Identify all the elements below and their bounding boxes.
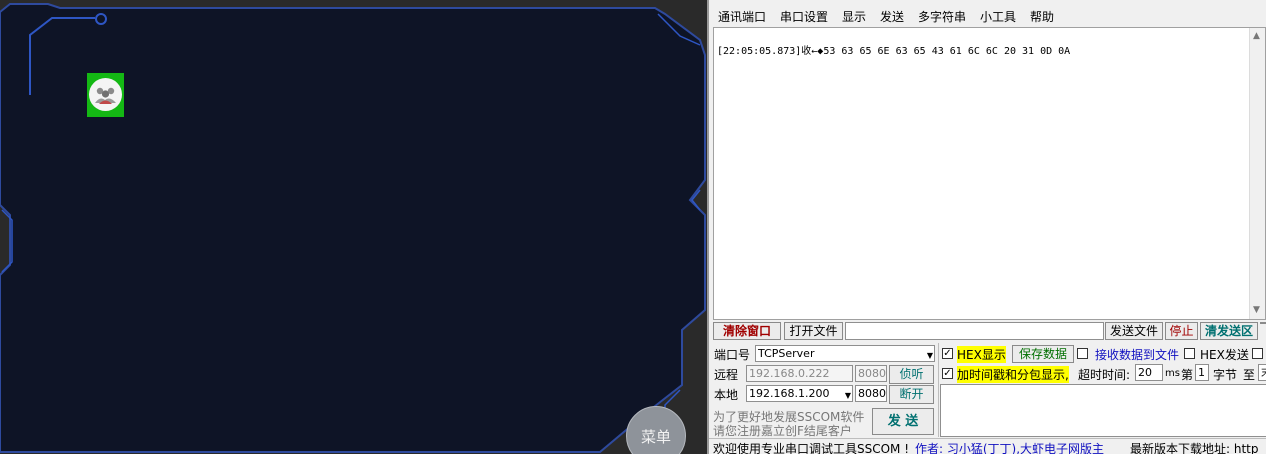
- toolbar-overflow-button[interactable]: [1260, 322, 1266, 324]
- port-label: 端口号: [714, 348, 751, 362]
- port-select[interactable]: TCPServer ▼: [755, 345, 935, 362]
- timeout-input[interactable]: 20: [1135, 364, 1163, 381]
- user-avatar[interactable]: [87, 73, 124, 117]
- file-path-input[interactable]: [845, 322, 1104, 340]
- menu-bar: 通讯端口 串口设置 显示 发送 多字符串 小工具 帮助: [709, 4, 1266, 26]
- tech-frame-decoration: [0, 3, 706, 453]
- port-select-value: TCPServer: [758, 347, 815, 360]
- group-icon: [89, 78, 122, 111]
- timestamp-checkbox[interactable]: ✓: [942, 368, 953, 379]
- remote-port-input[interactable]: 8080: [855, 365, 887, 382]
- send-button[interactable]: 发 送: [872, 408, 934, 435]
- hex-send-label: HEX发送: [1200, 348, 1249, 362]
- hex-display-label: HEX显示: [957, 346, 1006, 363]
- scroll-up-icon[interactable]: ▲: [1253, 31, 1260, 41]
- chevron-down-icon: ▼: [926, 351, 933, 360]
- menu-port-settings[interactable]: 串口设置: [780, 8, 828, 25]
- menu-button-label: 菜单: [640, 428, 671, 446]
- recv-to-file-label: 接收数据到文件: [1095, 348, 1180, 362]
- receive-log-line: [22:05:05.873]收←◆53 63 65 6E 63 65 43 61…: [717, 46, 1071, 57]
- send-file-button[interactable]: 发送文件: [1105, 322, 1163, 340]
- to-label: 至: [1243, 368, 1256, 382]
- receive-scrollbar[interactable]: ▲ ▼: [1249, 28, 1265, 319]
- local-label: 本地: [714, 388, 739, 402]
- status-welcome: 欢迎使用专业串口调试工具SSCOM !: [713, 442, 910, 454]
- remote-label: 远程: [714, 368, 739, 382]
- timeout-unit: ms: [1165, 368, 1180, 379]
- status-download[interactable]: 最新版本下载地址: http: [1130, 440, 1259, 454]
- extra-option-checkbox[interactable]: [1252, 348, 1263, 359]
- byte-start-input[interactable]: 1: [1195, 364, 1209, 381]
- save-data-button[interactable]: 保存数据: [1012, 345, 1074, 363]
- menu-multi-string[interactable]: 多字符串: [918, 8, 966, 25]
- menu-send[interactable]: 发送: [880, 8, 904, 25]
- receive-area[interactable]: [22:05:05.873]收←◆53 63 65 6E 63 65 43 61…: [713, 27, 1266, 320]
- promo-line-2: 请您注册嘉立创F结尾客户: [713, 424, 852, 438]
- byte-end-input[interactable]: 末: [1258, 364, 1266, 381]
- timestamp-label: 加时间戳和分包显示,: [957, 366, 1069, 383]
- chevron-down-icon: ▼: [844, 391, 851, 400]
- clear-window-button[interactable]: 清除窗口: [713, 322, 781, 340]
- disconnect-button[interactable]: 断开: [889, 385, 934, 404]
- local-ip-value: 192.168.1.200: [749, 387, 830, 400]
- timeout-label: 超时时间:: [1078, 368, 1131, 382]
- status-author[interactable]: 作者: 习小猛(丁丁),大虾电子网版主: [915, 440, 1104, 454]
- local-ip-select[interactable]: 192.168.1.200 ▼: [746, 385, 853, 402]
- hex-send-checkbox[interactable]: [1184, 348, 1195, 359]
- byte-suffix: 字节: [1213, 368, 1238, 382]
- stop-button[interactable]: 停止: [1165, 322, 1198, 340]
- remote-ip-input[interactable]: 192.168.0.222: [746, 365, 853, 382]
- menu-comm-port[interactable]: 通讯端口: [718, 8, 766, 25]
- byte-prefix: 第: [1181, 368, 1194, 382]
- menu-help[interactable]: 帮助: [1030, 8, 1054, 25]
- status-bar: 欢迎使用专业串口调试工具SSCOM ! 作者: 习小猛(丁丁),大虾电子网版主 …: [709, 438, 1266, 454]
- hex-display-checkbox[interactable]: ✓: [942, 348, 953, 359]
- open-file-button[interactable]: 打开文件: [784, 322, 843, 340]
- menu-tools[interactable]: 小工具: [980, 8, 1016, 25]
- scroll-down-icon[interactable]: ▼: [1253, 305, 1260, 315]
- listen-button[interactable]: 侦听: [889, 365, 934, 384]
- local-port-input[interactable]: 8080: [855, 385, 887, 402]
- send-text-area[interactable]: [940, 384, 1266, 437]
- clear-send-button[interactable]: 清发送区: [1200, 322, 1258, 340]
- menu-display[interactable]: 显示: [842, 8, 866, 25]
- app-canvas: 菜单: [0, 0, 707, 454]
- recv-to-file-checkbox[interactable]: [1077, 348, 1088, 359]
- sscom-window: 通讯端口 串口设置 显示 发送 多字符串 小工具 帮助 [22:05:05.87…: [707, 0, 1266, 454]
